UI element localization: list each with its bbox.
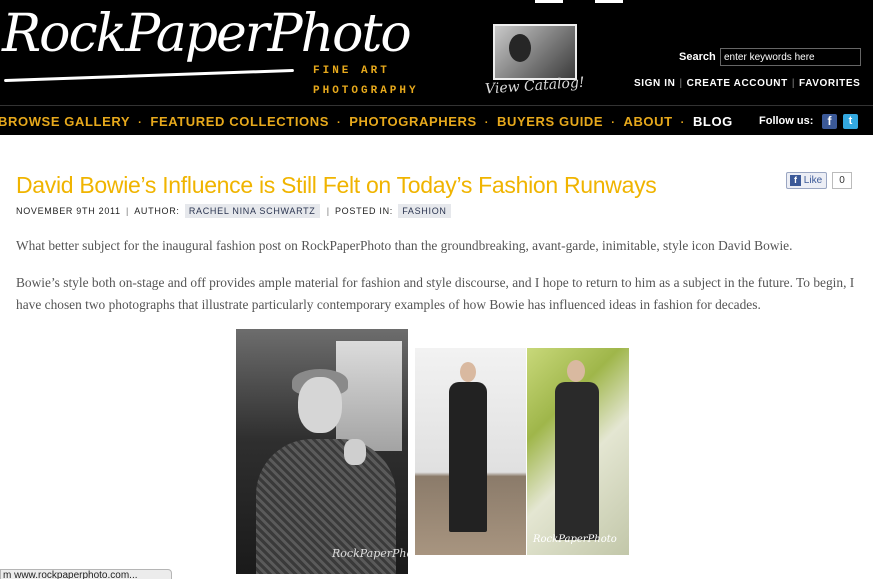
nav-photographers[interactable]: PHOTOGRAPHERS [349,114,476,129]
nav-items: BROWSE GALLERY · FEATURED COLLECTIONS · PHOT… [0,114,733,129]
divider: | [122,206,133,216]
facebook-icon[interactable]: f [822,114,837,129]
runway-model-head [460,362,476,382]
tagline-line-2: PHOTOGRAPHY [313,85,419,97]
photo-background-window [336,341,402,451]
account-links: SIGN IN | CREATE ACCOUNT | FAVORITES [634,78,860,89]
nav-browse-gallery[interactable]: BROWSE GALLERY [0,114,130,129]
like-label: Like [803,175,823,186]
favorites-link[interactable]: FAVORITES [799,78,860,89]
divider: | [679,78,683,89]
article-meta: NOVEMBER 9TH 2011 | AUTHOR: RACHEL NINA … [16,204,453,218]
search-input[interactable] [720,48,861,66]
nav-blog[interactable]: BLOG [693,114,733,129]
nav-featured-collections[interactable]: FEATURED COLLECTIONS [150,114,329,129]
post-date: NOVEMBER 9TH 2011 [16,206,121,216]
nav-separator: · [337,117,342,129]
man-head [567,360,585,382]
man-suit [555,382,599,540]
catalog-portrait [509,34,531,62]
follow-label: Follow us: [759,115,814,127]
like-count: 0 [832,172,852,189]
runway-panel [415,348,526,555]
nav-separator: · [611,117,616,129]
catalog-thumbnail [493,24,577,80]
author-link[interactable]: RACHEL NINA SCHWARTZ [184,204,320,218]
twitter-icon[interactable]: t [843,114,858,129]
article-title[interactable]: David Bowie’s Influence is Still Felt on… [16,172,657,199]
nav-buyers-guide[interactable]: BUYERS GUIDE [497,114,603,129]
article-paragraph: Bowie’s style both on-stage and off prov… [16,275,855,312]
view-catalog-button[interactable]: View Catalog! [485,24,587,102]
facebook-like-button[interactable]: f Like [786,172,827,189]
nav-separator: · [680,117,685,129]
nav-about[interactable]: ABOUT [623,114,672,129]
bowie-photo[interactable]: RockPaperPhoto [236,329,408,574]
facebook-icon: f [790,174,801,186]
runway-model-suit [449,382,487,532]
sign-in-link[interactable]: SIGN IN [634,78,675,89]
fashion-runway-photo[interactable]: RockPaperPhoto [415,348,629,555]
create-account-link[interactable]: CREATE ACCOUNT [687,78,788,89]
photo-figure-hand [344,439,366,465]
category-link[interactable]: FASHION [398,204,451,218]
tagline-line-1: FINE ART [313,65,390,77]
author-label: AUTHOR: [134,206,180,216]
posted-in-label: POSTED IN: [334,206,393,216]
red-carpet-panel [527,348,629,555]
site-header: RockPaperPhoto FINE ART PHOTOGRAPHY View… [0,0,873,105]
article-paragraph: What better subject for the inaugural fa… [16,238,793,253]
photo-watermark: RockPaperPhoto [332,547,408,560]
browser-status-bar: m www.rockpaperphoto.com... [0,569,172,579]
search-label: Search [679,51,716,63]
site-logo[interactable]: RockPaperPhoto [2,8,412,60]
logo-swoosh [4,68,294,83]
top-tab[interactable] [595,0,623,3]
photo-figure-face [298,377,342,433]
divider: | [791,78,796,89]
main-nav: BROWSE GALLERY · FEATURED COLLECTIONS · PHOT… [0,105,873,135]
site-tagline: FINE ART PHOTOGRAPHY [313,61,419,101]
nav-separator: · [138,117,143,129]
nav-separator: · [484,117,490,129]
photo-watermark: RockPaperPhoto [533,534,617,545]
top-tab[interactable] [535,0,563,3]
divider: | [323,206,333,216]
